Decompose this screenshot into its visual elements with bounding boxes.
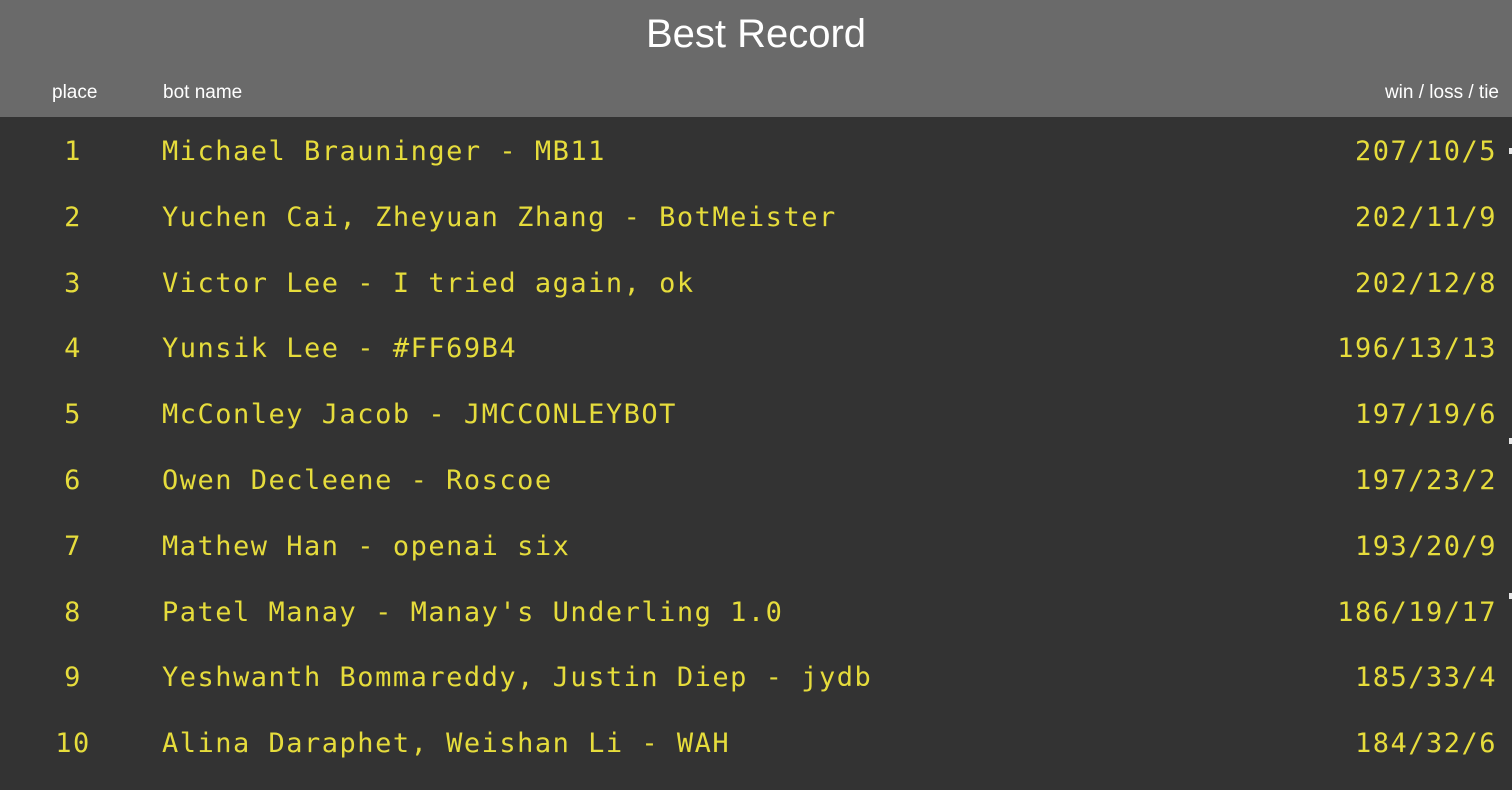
leaderboard-table: 1 Michael Brauninger - MB11 207/10/5 2 Y… — [0, 120, 1512, 778]
place-cell: 2 — [64, 201, 82, 233]
table-row: 6 Owen Decleene - Roscoe 197/23/2 — [0, 449, 1512, 515]
bot-name-cell: Mathew Han - openai six — [162, 530, 571, 562]
bot-name-cell: Yuchen Cai, Zheyuan Zhang - BotMeister — [162, 201, 837, 233]
record-cell: 202/12/8 — [1354, 267, 1497, 299]
record-cell: 207/10/5 — [1354, 136, 1497, 167]
table-row: 4 Yunsik Lee - #FF69B4 196/13/13 — [0, 317, 1512, 383]
column-header-place: place — [52, 82, 98, 103]
table-row: 7 Mathew Han - openai six 193/20/9 — [0, 515, 1512, 581]
place-cell: 10 — [55, 728, 91, 760]
place-cell: 1 — [64, 136, 82, 167]
column-header-record: win / loss / tie — [1384, 82, 1499, 103]
page-title: Best Record — [645, 12, 867, 56]
bot-name-cell: McConley Jacob - JMCCONLEYBOT — [162, 399, 677, 431]
bot-name-cell: Yeshwanth Bommareddy, Justin Diep - jydb — [162, 662, 873, 694]
place-cell: 5 — [64, 399, 82, 431]
table-row: 2 Yuchen Cai, Zheyuan Zhang - BotMeister… — [0, 186, 1512, 252]
record-cell: 202/11/9 — [1354, 201, 1497, 233]
bot-name-cell: Michael Brauninger - MB11 — [162, 136, 606, 167]
place-cell: 6 — [64, 464, 82, 496]
place-cell: 8 — [64, 596, 82, 628]
record-cell: 197/19/6 — [1354, 399, 1497, 431]
record-cell: 184/32/6 — [1354, 728, 1497, 760]
record-cell: 185/33/4 — [1354, 662, 1497, 694]
bot-name-cell: Patel Manay - Manay's Underling 1.0 — [162, 596, 784, 628]
record-cell: 193/20/9 — [1354, 530, 1497, 562]
table-row: 8 Patel Manay - Manay's Underling 1.0 18… — [0, 581, 1512, 647]
bot-name-cell: Victor Lee - I tried again, ok — [162, 267, 695, 299]
bot-name-cell: Alina Daraphet, Weishan Li - WAH — [162, 728, 731, 760]
leaderboard-page: Best Record place bot name win / loss / … — [0, 0, 1512, 790]
table-row: 1 Michael Brauninger - MB11 207/10/5 — [0, 120, 1512, 186]
bot-name-cell: Owen Decleene - Roscoe — [162, 464, 553, 496]
table-row: 9 Yeshwanth Bommareddy, Justin Diep - jy… — [0, 646, 1512, 712]
table-row: 10 Alina Daraphet, Weishan Li - WAH 184/… — [0, 712, 1512, 778]
record-cell: 186/19/17 — [1337, 596, 1497, 628]
place-cell: 9 — [64, 662, 82, 694]
place-cell: 4 — [64, 333, 82, 365]
record-cell: 196/13/13 — [1337, 333, 1497, 365]
table-row: 3 Victor Lee - I tried again, ok 202/12/… — [0, 252, 1512, 318]
column-header-bot-name: bot name — [163, 82, 243, 103]
place-cell: 7 — [64, 530, 82, 562]
place-cell: 3 — [64, 267, 82, 299]
table-row: 5 McConley Jacob - JMCCONLEYBOT 197/19/6 — [0, 383, 1512, 449]
bot-name-cell: Yunsik Lee - #FF69B4 — [162, 333, 518, 365]
leaderboard-header: Best Record place bot name win / loss / … — [0, 0, 1512, 117]
record-cell: 197/23/2 — [1354, 464, 1497, 496]
